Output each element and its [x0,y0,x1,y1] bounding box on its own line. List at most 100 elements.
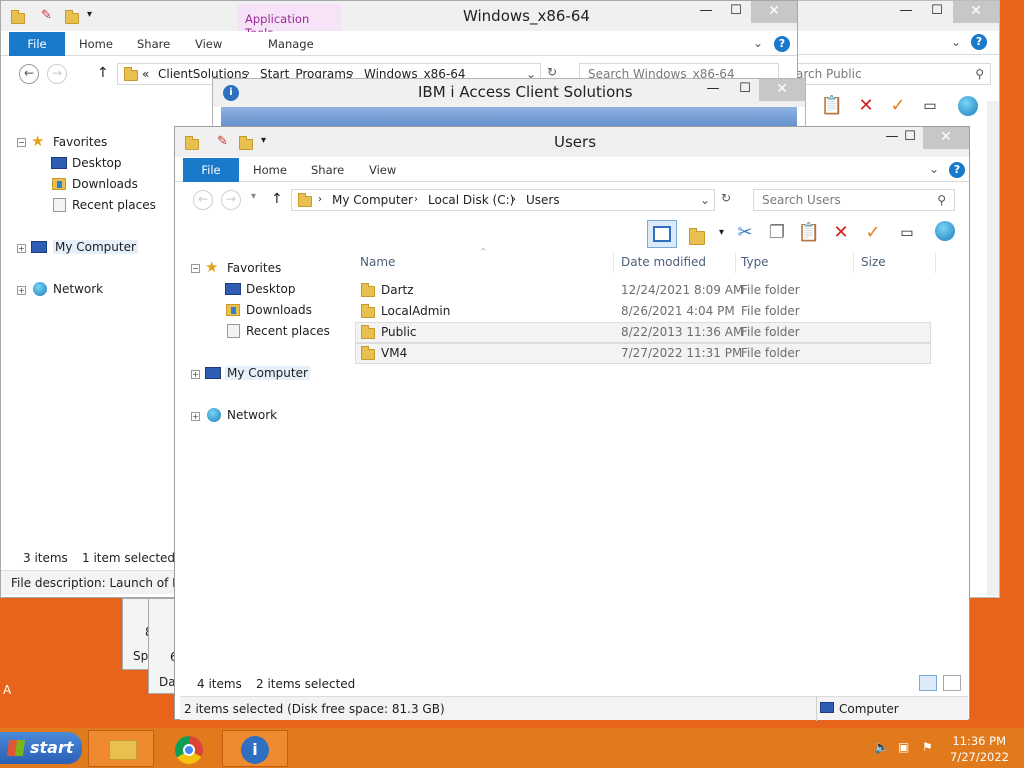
expand-computer-icon[interactable]: + [17,244,26,253]
taskbar-file-explorer[interactable] [88,730,154,767]
breadcrumb-item[interactable]: Local Disk (C:) [428,190,514,210]
maximize-button[interactable]: ☐ [922,1,952,23]
tab-view[interactable]: View [195,32,222,56]
paste-icon[interactable]: 📋 [820,94,844,118]
column-header-date[interactable]: Date modified [621,255,706,269]
breadcrumb-item[interactable]: My Computer [332,190,413,210]
action-center-icon[interactable]: ⚑ [922,740,933,754]
column-header-size[interactable]: Size [861,255,886,269]
quick-access-dropdown-icon[interactable]: ▾ [261,135,266,146]
nav-desktop[interactable]: Desktop [72,156,122,170]
maximize-button[interactable]: ☐ [721,1,751,23]
taskbar-ibm-access[interactable]: i [222,730,288,767]
minimize-button[interactable]: — [891,1,921,23]
nav-downloads[interactable]: Downloads [72,177,138,191]
network-tray-icon[interactable]: ▣ [898,740,909,754]
ribbon-collapse-icon[interactable]: ⌄ [753,36,763,50]
globe-icon[interactable] [933,221,957,245]
ribbon-collapse-icon[interactable]: ⌄ [951,35,961,49]
details-view-icon[interactable] [919,675,937,691]
check-icon[interactable]: ✓ [886,94,910,118]
tab-view[interactable]: View [369,158,396,182]
column-header-type[interactable]: Type [741,255,769,269]
column-separator[interactable] [613,253,614,273]
globe-icon[interactable] [956,94,980,118]
forward-button[interactable]: → [221,190,241,210]
nav-downloads[interactable]: Downloads [246,303,312,317]
delete-icon[interactable]: ✕ [829,221,853,245]
quick-access-dropdown-icon[interactable]: ▾ [87,9,92,20]
table-row[interactable]: Public 8/22/2013 11:36 AM File folder [355,322,931,343]
nav-my-computer[interactable]: My Computer [53,240,138,254]
new-folder-icon[interactable] [239,136,253,150]
close-button[interactable]: ✕ [953,1,999,23]
nav-my-computer[interactable]: My Computer [225,366,310,380]
column-separator[interactable] [935,253,936,273]
close-button[interactable]: ✕ [759,79,805,101]
copy-icon[interactable]: ❐ [765,221,789,245]
tab-manage[interactable]: Manage [268,32,314,56]
check-icon[interactable]: ✓ [861,221,885,245]
large-icons-view-icon[interactable] [943,675,961,691]
taskbar-chrome[interactable] [156,730,222,767]
rename-icon[interactable]: ▭ [918,94,942,118]
help-icon[interactable]: ? [774,36,790,52]
up-icon[interactable]: ↑ [271,191,283,207]
ribbon-collapse-icon[interactable]: ⌄ [929,162,939,176]
nav-network[interactable]: Network [227,408,277,422]
breadcrumb-item[interactable]: Users [526,190,560,210]
address-bar[interactable]: › My Computer › Local Disk (C:) › Users … [291,189,715,211]
back-button[interactable]: ← [19,64,39,84]
tab-file[interactable]: File [9,32,65,56]
nav-favorites[interactable]: Favorites [53,135,107,149]
forward-button[interactable]: → [47,64,67,84]
breadcrumb-separator-icon[interactable]: › [414,190,418,210]
expand-network-icon[interactable]: + [191,412,200,421]
up-icon[interactable]: ↑ [97,65,109,81]
tab-home[interactable]: Home [79,32,113,56]
preview-pane-button[interactable] [647,220,677,248]
column-separator[interactable] [735,253,736,273]
table-row[interactable]: VM4 7/27/2022 11:31 PM File folder [355,343,931,364]
address-dropdown-icon[interactable]: ⌄ [700,190,710,210]
new-folder-dropdown-icon[interactable]: ▾ [719,227,724,238]
column-separator[interactable] [853,253,854,273]
expand-favorites-icon[interactable]: − [17,138,26,147]
refresh-icon[interactable]: ↻ [721,191,731,205]
properties-icon[interactable]: ✎ [41,8,52,23]
tab-file[interactable]: File [183,158,239,182]
recent-locations-icon[interactable]: ▾ [251,191,256,202]
nav-network[interactable]: Network [53,282,103,296]
column-header-name[interactable]: Name [360,255,395,269]
maximize-button[interactable]: ☐ [730,79,760,101]
expand-network-icon[interactable]: + [17,286,26,295]
tab-share[interactable]: Share [137,32,170,56]
start-button[interactable]: start [0,732,82,764]
nav-recent-places[interactable]: Recent places [72,198,156,212]
nav-recent-places[interactable]: Recent places [246,324,330,338]
minimize-button[interactable]: — [698,79,728,101]
close-button[interactable]: ✕ [751,1,797,23]
close-button[interactable]: ✕ [923,127,969,149]
table-row[interactable]: LocalAdmin 8/26/2021 4:04 PM File folder [355,301,931,322]
maximize-button[interactable]: ☐ [895,127,925,149]
tab-share[interactable]: Share [311,158,344,182]
back-button[interactable]: ← [193,190,213,210]
breadcrumb-separator-icon[interactable]: › [318,190,322,210]
new-folder-icon[interactable] [689,228,705,245]
help-icon[interactable]: ? [971,34,987,50]
tray-time[interactable]: 11:36 PM [950,734,1006,748]
breadcrumb-overflow[interactable]: « [142,64,149,84]
delete-icon[interactable]: ✕ [854,94,878,118]
tab-home[interactable]: Home [253,158,287,182]
search-input[interactable]: Search Users ⚲ [753,189,955,211]
breadcrumb-separator-icon[interactable]: › [512,190,516,210]
expand-favorites-icon[interactable]: − [191,264,200,273]
nav-favorites[interactable]: Favorites [227,261,281,275]
volume-muted-icon[interactable]: 🔈 [874,740,889,754]
paste-icon[interactable]: 📋 [797,221,821,245]
help-icon[interactable]: ? [949,162,965,178]
tray-date[interactable]: 7/27/2022 [950,750,1009,764]
table-row[interactable]: Dartz 12/24/2021 8:09 AM File folder [355,280,931,301]
far-search-input[interactable]: arch Public ⚲ [791,63,991,85]
